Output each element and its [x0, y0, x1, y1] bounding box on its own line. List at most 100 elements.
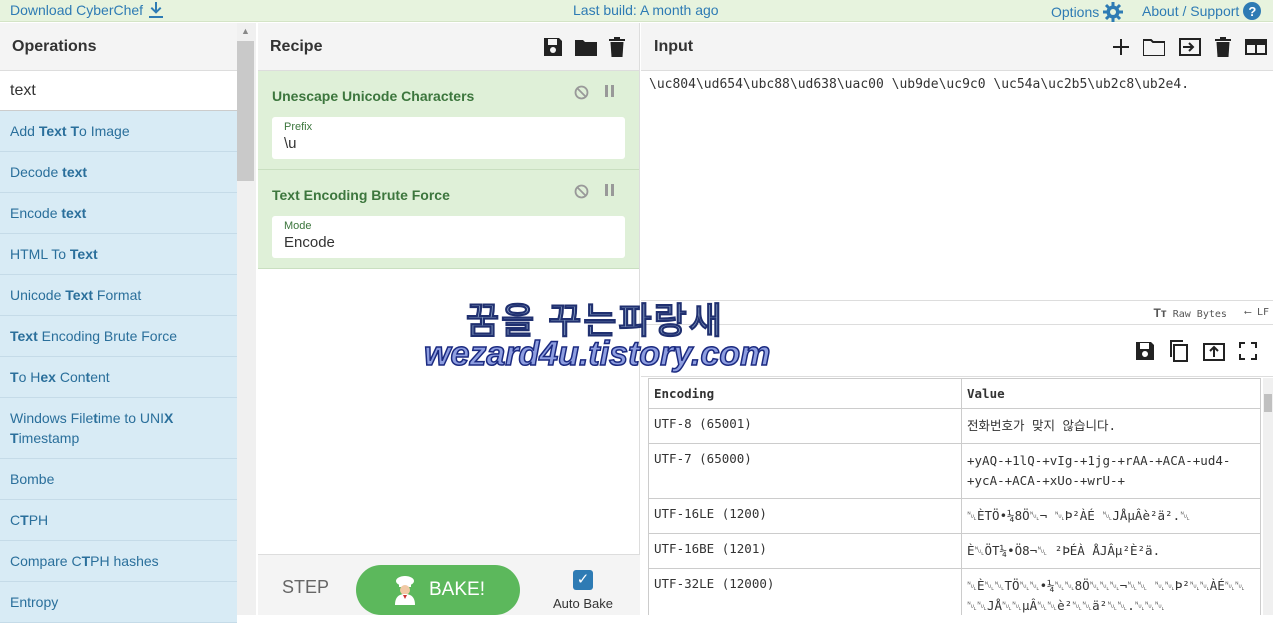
save-icon[interactable]	[543, 37, 563, 57]
folder-icon[interactable]	[575, 38, 597, 56]
operation-label[interactable]: To Hex Content	[10, 369, 110, 385]
recipe-operation[interactable]: Unescape Unicode Characters Prefix \u	[258, 71, 639, 170]
last-build-link[interactable]: Last build: A month ago	[573, 2, 719, 18]
table-row: UTF-7 (65000) +yAQ-+1lQ-+vIg-+1jg-+rAA-+A…	[648, 443, 1261, 499]
io-panel: Input \uc804\ud654\ubc88\ud638\uac00 \ub…	[641, 23, 1273, 615]
operation-label[interactable]: Compare CTPH hashes	[10, 553, 159, 569]
operation-label[interactable]: Windows Filetime to UNIX Timestamp	[10, 408, 173, 448]
recipe-operation-title[interactable]: Unescape Unicode Characters	[272, 81, 625, 111]
operation-label[interactable]: Add Text To Image	[10, 123, 130, 139]
output-table: Encoding Value UTF-8 (65001) 전화번호가 맞지 않습니…	[648, 378, 1261, 615]
recipe-operations: Unescape Unicode Characters Prefix \u Text …	[258, 71, 639, 269]
chef-icon	[395, 576, 415, 605]
encoding-cell: UTF-7 (65000)	[648, 443, 962, 499]
operation-label[interactable]: Encode text	[10, 205, 86, 221]
table-header-row: Encoding Value	[648, 378, 1261, 409]
options-link[interactable]: Options	[1051, 2, 1124, 22]
value-cell: ␀ÈTÖ•¼8Ö␀¬ ␀Þ²ÀÉ ␀JÅµÂè²ä².␀	[961, 498, 1261, 534]
about-link[interactable]: About / Support ?	[1142, 2, 1262, 20]
autobake-toggle[interactable]: ✓ Auto Bake	[553, 570, 613, 611]
input-textarea[interactable]: \uc804\ud654\ubc88\ud638\uac00 \ub9de\uc…	[641, 71, 1273, 301]
table-row: UTF-16LE (1200) ␀ÈTÖ•¼8Ö␀¬ ␀Þ²ÀÉ ␀JÅµÂè²ä…	[648, 498, 1261, 534]
recipe-operation-field[interactable]: Mode Encode	[272, 216, 625, 258]
trash-icon[interactable]	[609, 37, 625, 57]
input-status-bar: Tт Raw Bytes ⟵ LF	[641, 301, 1273, 325]
operations-panel: Operations text Add Text To Image Decode …	[0, 23, 256, 623]
operation-item[interactable]: CTPH	[0, 500, 237, 541]
bake-bar: STEP BAKE! ✓ Auto Bake	[258, 554, 640, 615]
operation-item[interactable]: Bombe	[0, 459, 237, 500]
operation-label[interactable]: Unicode Text Format	[10, 287, 141, 303]
maximise-icon[interactable]	[1239, 342, 1257, 360]
table-row: UTF-32LE (12000) ␀È␀␀TÖ␀␀•¼␀␀8Ö␀␀␀¬␀␀ ␀␀Þ…	[648, 568, 1261, 615]
raw-bytes-toggle[interactable]: Tт Raw Bytes	[1153, 306, 1226, 320]
disable-icon[interactable]	[574, 184, 589, 199]
field-label: Mode	[284, 220, 312, 232]
autobake-label[interactable]: Auto Bake	[553, 596, 613, 611]
operation-item[interactable]: Unicode Text Format	[0, 275, 237, 316]
open-folder-icon[interactable]	[1143, 38, 1165, 56]
download-label[interactable]: Download CyberChef	[10, 2, 143, 18]
help-icon[interactable]: ?	[1243, 2, 1262, 20]
scroll-up-icon[interactable]: ▲	[241, 26, 250, 36]
output-scrollbar-thumb[interactable]	[1264, 394, 1272, 412]
recipe-operation[interactable]: Text Encoding Brute Force Mode Encode	[258, 170, 639, 269]
operation-label[interactable]: HTML To Text	[10, 246, 98, 262]
operation-item[interactable]: Compare CTPH hashes	[0, 541, 237, 582]
operation-item[interactable]: Windows Filetime to UNIX Timestamp	[0, 398, 237, 459]
pause-icon[interactable]	[605, 85, 615, 97]
operations-scrollbar[interactable]: ▲	[237, 23, 256, 615]
recipe-operation-field[interactable]: Prefix \u	[272, 117, 625, 159]
download-link[interactable]: Download CyberChef	[10, 2, 164, 18]
bake-label[interactable]: BAKE!	[429, 579, 485, 601]
pause-icon[interactable]	[605, 184, 615, 196]
copy-icon[interactable]	[1169, 340, 1189, 362]
eol-label[interactable]: LF	[1257, 307, 1269, 318]
value-cell: ␀È␀␀TÖ␀␀•¼␀␀8Ö␀␀␀¬␀␀ ␀␀Þ²␀␀ÀÉ␀␀ ␀␀JÅ␀␀µÂ…	[961, 568, 1261, 615]
raw-bytes-label[interactable]: Raw Bytes	[1173, 309, 1227, 320]
watermark-url: wezard4u.tistory.com	[423, 334, 771, 374]
field-value[interactable]: Encode	[284, 234, 613, 251]
operation-item[interactable]: Entropy	[0, 582, 237, 623]
bake-button[interactable]: BAKE!	[356, 565, 520, 615]
operation-label[interactable]: Text Encoding Brute Force	[10, 328, 177, 344]
open-file-icon[interactable]	[1179, 38, 1201, 56]
operation-label[interactable]: Decode text	[10, 164, 87, 180]
operation-item[interactable]: Encode text	[0, 193, 237, 234]
operation-label[interactable]: Entropy	[10, 594, 58, 610]
eol-toggle[interactable]: ⟵ LF	[1245, 307, 1269, 318]
operation-item[interactable]: Text Encoding Brute Force	[0, 316, 237, 357]
options-label[interactable]: Options	[1051, 4, 1099, 20]
operation-label[interactable]: Bombe	[10, 471, 54, 487]
about-label[interactable]: About / Support	[1142, 3, 1239, 19]
operations-list: Add Text To Image Decode text Encode text H…	[0, 111, 237, 623]
clear-input-icon[interactable]	[1215, 37, 1231, 57]
value-cell: 전화번호가 맞지 않습니다.	[961, 408, 1261, 444]
operation-item[interactable]: Decode text	[0, 152, 237, 193]
download-icon[interactable]	[149, 2, 164, 18]
scrollbar-thumb[interactable]	[237, 41, 254, 181]
operation-item[interactable]: HTML To Text	[0, 234, 237, 275]
save-output-icon[interactable]	[1135, 341, 1155, 361]
disable-icon[interactable]	[574, 85, 589, 100]
column-header-encoding: Encoding	[648, 378, 962, 409]
replace-input-icon[interactable]	[1203, 341, 1225, 361]
layout-icon[interactable]	[1245, 39, 1267, 55]
operation-item[interactable]: Add Text To Image	[0, 111, 237, 152]
encoding-cell: UTF-16LE (1200)	[648, 498, 962, 534]
operations-search-input[interactable]: text	[0, 71, 237, 111]
input-title: Input	[654, 38, 694, 55]
table-row: UTF-8 (65001) 전화번호가 맞지 않습니다.	[648, 408, 1261, 444]
field-value[interactable]: \u	[284, 135, 613, 152]
value-cell: +yAQ-+1lQ-+vIg-+1jg-+rAA-+ACA-+ud4-+ycA-…	[961, 443, 1261, 499]
operation-item[interactable]: To Hex Content	[0, 357, 237, 398]
table-row: UTF-16BE (1201) È␀ÖT¼•Ö8¬␀ ²ÞÉÀ ÅJÂµ²È²ä.	[648, 533, 1261, 569]
gear-icon[interactable]	[1103, 2, 1124, 22]
step-button[interactable]: STEP	[282, 577, 329, 598]
operation-label[interactable]: CTPH	[10, 512, 48, 528]
input-header: Input	[641, 23, 1273, 71]
add-tab-icon[interactable]	[1113, 39, 1129, 55]
output-scrollbar[interactable]	[1263, 378, 1273, 615]
checkbox-checked-icon[interactable]: ✓	[573, 570, 593, 590]
recipe-operation-title[interactable]: Text Encoding Brute Force	[272, 180, 625, 210]
